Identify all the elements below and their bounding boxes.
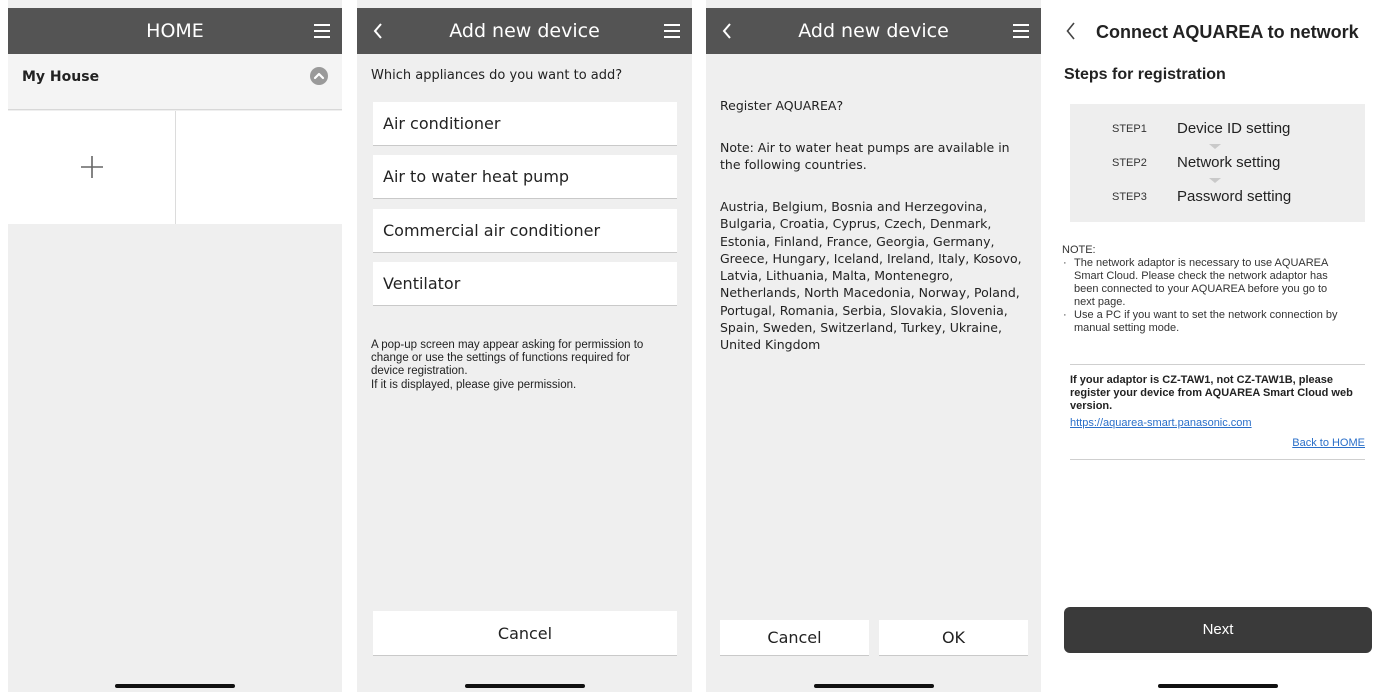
back-arrow-icon[interactable] xyxy=(1066,22,1076,44)
option-air-conditioner[interactable]: Air conditioner xyxy=(373,102,677,146)
note-line: next page. xyxy=(1074,295,1126,308)
note-label: NOTE: xyxy=(1062,244,1096,256)
note-line: device registration. xyxy=(371,365,468,378)
availability-note: Note: Air to water heat pumps are availa… xyxy=(720,139,1030,174)
house-selector[interactable]: My House xyxy=(8,54,342,110)
connect-header: Connect AQUAREA to network xyxy=(1058,18,1378,46)
home-title: HOME xyxy=(146,20,204,42)
step-device-id: STEP1 Device ID setting xyxy=(1070,117,1365,141)
note-line: Use a PC if you want to set the network … xyxy=(1074,308,1338,321)
add-device-screen: Add new device Which appliances do you w… xyxy=(357,0,692,692)
notice-line: If your adaptor is CZ-TAW1, not CZ-TAW1B… xyxy=(1070,374,1333,386)
device-tiles xyxy=(8,111,342,224)
bullet-icon: · xyxy=(1063,308,1067,321)
note-bullet-1: · The network adaptor is necessary to us… xyxy=(1062,257,1374,309)
country-line: United Kingdom xyxy=(720,337,821,352)
add-device-header: Add new device xyxy=(357,8,692,54)
note-line: change or use the settings of functions … xyxy=(371,352,630,365)
step-arrow-icon xyxy=(1209,144,1221,149)
option-commercial-air-conditioner[interactable]: Commercial air conditioner xyxy=(373,209,677,253)
step-label: Password setting xyxy=(1177,188,1292,205)
notice-line: register your device from AQUAREA Smart … xyxy=(1070,387,1353,400)
step-arrow-icon xyxy=(1209,178,1221,183)
network-note: NOTE: · The network adaptor is necessary… xyxy=(1062,244,1374,335)
step-label: Device ID setting xyxy=(1177,120,1291,137)
back-to-home-link[interactable]: Back to HOME xyxy=(1292,437,1365,449)
note-line: manual setting mode. xyxy=(1074,321,1180,334)
page-title: Connect AQUAREA to network xyxy=(1096,22,1359,42)
note-line: the following countries. xyxy=(720,157,867,173)
bullet-icon: · xyxy=(1063,256,1067,269)
country-line: Estonia, Finland, France, Georgia, Germa… xyxy=(720,233,995,249)
country-line: Portugal, Romania, Serbia, Slovakia, Slo… xyxy=(720,302,1008,318)
home-indicator xyxy=(813,684,934,688)
step-network: STEP2 Network setting xyxy=(1070,151,1365,175)
step-number: STEP3 xyxy=(1112,191,1147,203)
country-line: Bulgaria, Croatia, Cyprus, Czech, Denmar… xyxy=(720,216,992,232)
home-indicator xyxy=(115,684,235,688)
option-air-to-water-heat-pump[interactable]: Air to water heat pump xyxy=(373,155,677,199)
note-line: A pop-up screen may appear asking for pe… xyxy=(371,339,644,351)
adaptor-notice: If your adaptor is CZ-TAW1, not CZ-TAW1B… xyxy=(1070,374,1370,414)
step-number: STEP2 xyxy=(1112,157,1147,169)
option-ventilator[interactable]: Ventilator xyxy=(373,262,677,306)
permission-note: A pop-up screen may appear asking for pe… xyxy=(371,339,681,392)
note-line: been connected to your AQUAREA before yo… xyxy=(1074,282,1328,295)
register-question: Register AQUAREA? xyxy=(720,98,844,113)
register-aquarea-screen: Add new device Register AQUAREA? Note: A… xyxy=(706,0,1041,692)
add-device-header: Add new device xyxy=(706,8,1041,54)
country-line: Austria, Belgium, Bosnia and Herzegovina… xyxy=(720,199,988,214)
house-name: My House xyxy=(22,69,100,85)
note-line: If it is displayed, please give permissi… xyxy=(371,378,577,391)
menu-icon[interactable] xyxy=(1013,24,1029,38)
appliance-question: Which appliances do you want to add? xyxy=(371,68,623,83)
cancel-button[interactable]: Cancel xyxy=(373,611,677,656)
registration-steps: STEP1 Device ID setting STEP2 Network se… xyxy=(1070,104,1365,222)
divider xyxy=(1070,459,1365,460)
home-header: HOME xyxy=(8,8,342,54)
country-list: Austria, Belgium, Bosnia and Herzegovina… xyxy=(720,198,1030,353)
home-indicator xyxy=(464,684,585,688)
notice-line: version. xyxy=(1070,400,1113,413)
note-line: Note: Air to water heat pumps are availa… xyxy=(720,140,1010,155)
steps-title: Steps for registration xyxy=(1064,66,1226,83)
note-bullet-2: · Use a PC if you want to set the networ… xyxy=(1062,309,1374,335)
plus-icon xyxy=(81,156,103,178)
country-line: Netherlands, North Macedonia, Norway, Po… xyxy=(720,285,1020,301)
country-line: Latvia, Lithuania, Malta, Montenegro, xyxy=(720,268,954,283)
aquarea-smart-link[interactable]: https://aquarea-smart.panasonic.com xyxy=(1070,417,1252,429)
country-line: Greece, Hungary, Iceland, Ireland, Italy… xyxy=(720,250,1022,266)
home-screen: HOME My House xyxy=(8,0,342,692)
divider xyxy=(1070,364,1365,365)
country-line: Spain, Sweden, Switzerland, Turkey, Ukra… xyxy=(720,319,1002,335)
add-device-tile[interactable] xyxy=(8,111,176,224)
page-title: Add new device xyxy=(449,20,600,42)
chevron-up-icon[interactable] xyxy=(310,67,328,85)
connect-network-screen: Connect AQUAREA to network Steps for reg… xyxy=(1058,0,1378,692)
page-title: Add new device xyxy=(798,20,949,42)
menu-icon[interactable] xyxy=(314,24,330,38)
step-password: STEP3 Password setting xyxy=(1070,185,1365,209)
menu-icon[interactable] xyxy=(664,24,680,38)
ok-button[interactable]: OK xyxy=(879,620,1028,656)
cancel-button[interactable]: Cancel xyxy=(720,620,869,656)
next-button[interactable]: Next xyxy=(1064,607,1372,653)
step-number: STEP1 xyxy=(1112,123,1147,135)
step-label: Network setting xyxy=(1177,154,1281,171)
note-line: The network adaptor is necessary to use … xyxy=(1074,256,1329,269)
home-indicator xyxy=(1158,684,1278,688)
note-line: Smart Cloud. Please check the network ad… xyxy=(1074,269,1328,282)
